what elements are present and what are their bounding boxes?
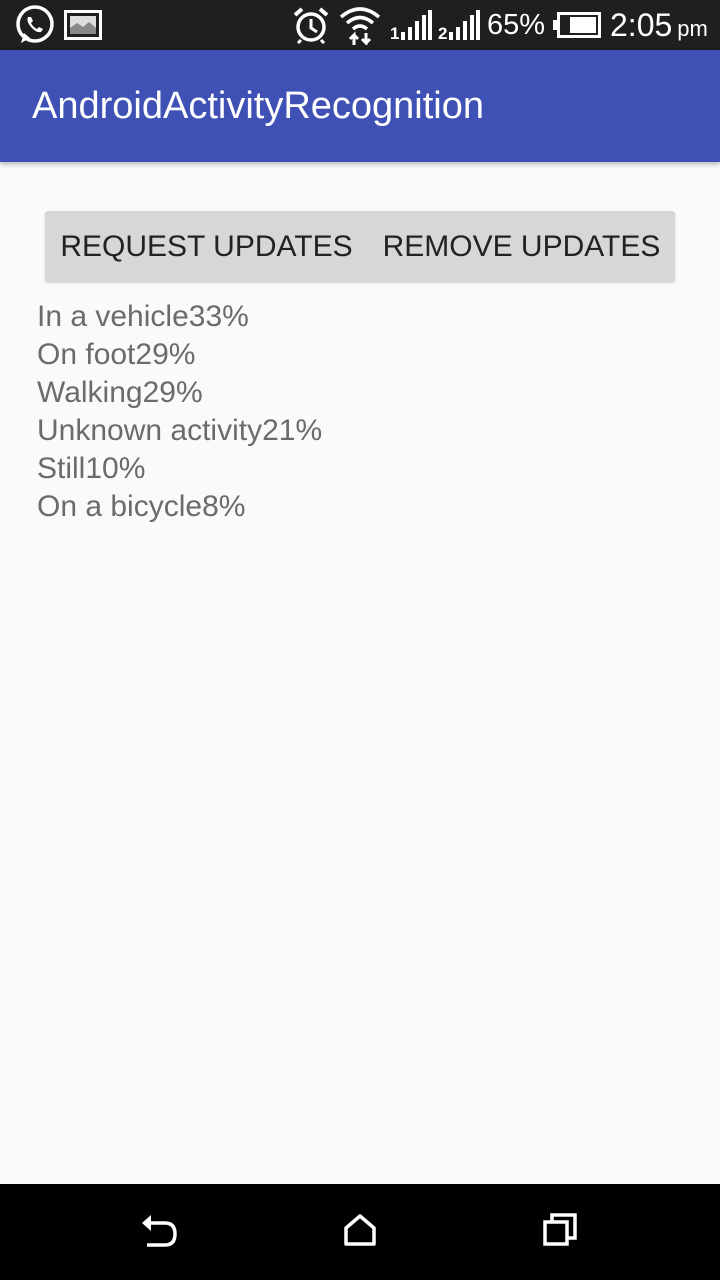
home-button[interactable]: [326, 1198, 394, 1266]
activity-item: Unknown activity21%: [37, 412, 322, 450]
activity-confidence: 29%: [142, 376, 203, 409]
activity-name: Unknown activity: [37, 414, 263, 447]
activity-name: In a vehicle: [37, 300, 189, 333]
activity-item: In a vehicle33%: [37, 298, 322, 336]
clock: 2:05 pm: [610, 0, 708, 50]
app-bar: AndroidActivityRecognition: [0, 50, 720, 162]
status-bar: 1 2 65% 2:05 pm: [0, 0, 720, 50]
activity-list: In a vehicle33% On foot29% Walking29% Un…: [37, 298, 322, 526]
activity-name: On a bicycle: [37, 490, 203, 523]
home-icon: [343, 1213, 377, 1252]
activity-name: Walking: [37, 376, 143, 409]
activity-item: Walking29%: [37, 374, 322, 412]
battery-icon: [553, 0, 601, 50]
activity-confidence: 33%: [188, 300, 249, 333]
signal-sim1-icon: 1: [390, 0, 432, 50]
remove-updates-button[interactable]: REMOVE UPDATES: [368, 211, 675, 282]
image-notification-icon: [64, 0, 102, 50]
wifi-icon: [339, 0, 381, 50]
activity-item: On foot29%: [37, 336, 322, 374]
activity-item: On a bicycle8%: [37, 488, 322, 526]
activity-confidence: 8%: [202, 490, 246, 523]
signal-sim2-icon: 2: [438, 0, 480, 50]
activity-name: On foot: [37, 338, 136, 371]
activity-confidence: 29%: [135, 338, 196, 371]
activity-confidence: 10%: [85, 452, 146, 485]
battery-percent: 65%: [487, 8, 546, 41]
activity-confidence: 21%: [262, 414, 323, 447]
alarm-icon: [292, 0, 330, 50]
whatsapp-icon: [14, 0, 56, 50]
back-button[interactable]: [125, 1198, 193, 1266]
recents-icon: [543, 1212, 577, 1252]
app-title: AndroidActivityRecognition: [32, 85, 485, 127]
clock-suffix: pm: [677, 16, 708, 41]
clock-time: 2:05: [610, 6, 673, 43]
navigation-bar: [0, 1184, 720, 1280]
activity-item: Still10%: [37, 450, 322, 488]
back-icon: [139, 1212, 179, 1253]
button-row: REQUEST UPDATES REMOVE UPDATES: [45, 211, 675, 282]
request-updates-button[interactable]: REQUEST UPDATES: [45, 211, 368, 282]
svg-text:1: 1: [390, 24, 399, 40]
activity-name: Still: [37, 452, 86, 485]
recents-button[interactable]: [526, 1198, 594, 1266]
svg-text:2: 2: [438, 24, 447, 40]
